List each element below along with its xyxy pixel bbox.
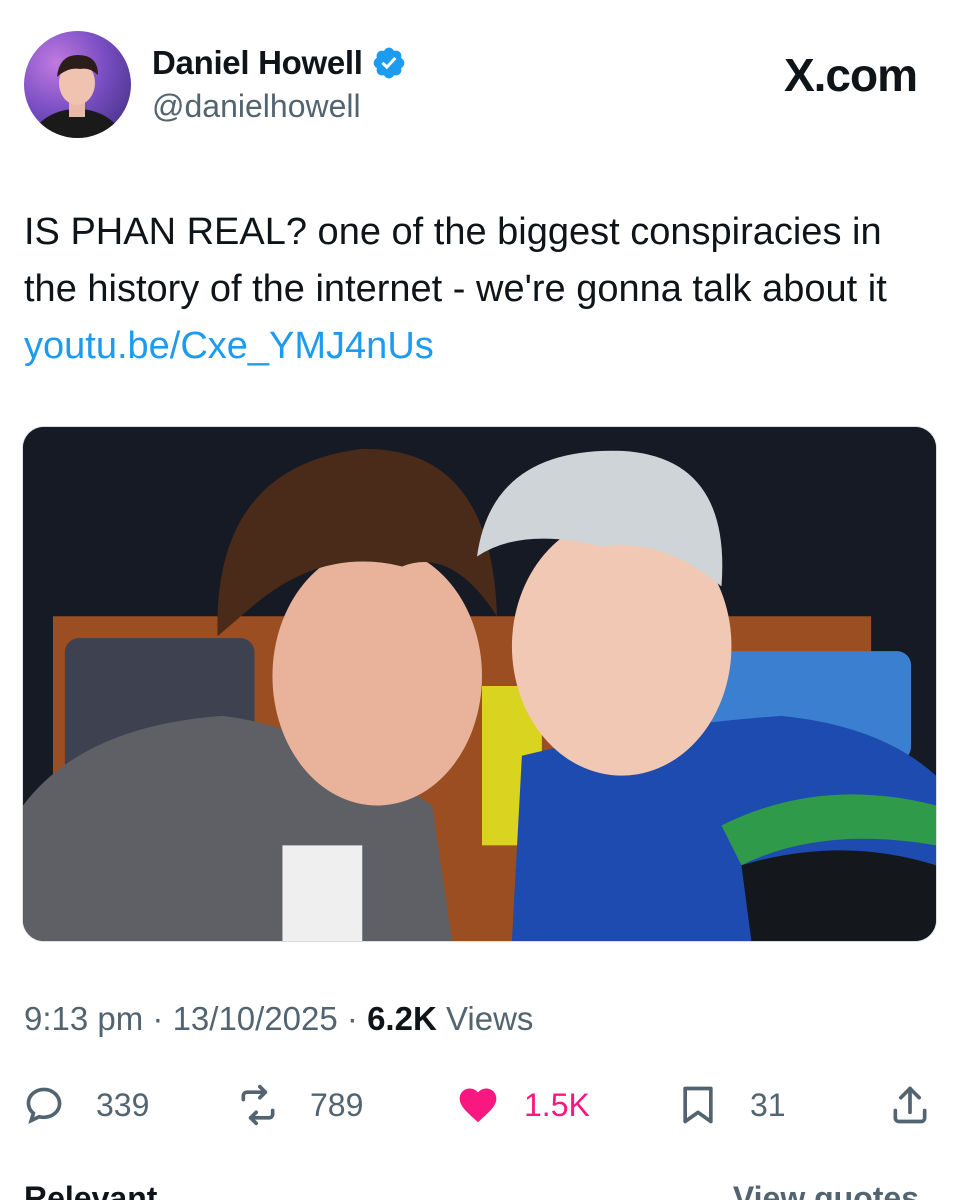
repost-icon bbox=[236, 1083, 280, 1127]
like-count: 1.5K bbox=[524, 1086, 590, 1123]
tweet-text: IS PHAN REAL? one of the biggest conspir… bbox=[24, 204, 934, 375]
like-button[interactable]: 1.5K bbox=[456, 1075, 590, 1135]
bookmark-count: 31 bbox=[750, 1086, 786, 1123]
action-bar: 339 789 1.5K 31 bbox=[0, 1075, 959, 1135]
share-icon bbox=[888, 1083, 932, 1127]
tweet-time[interactable]: 9:13 pm bbox=[24, 1000, 143, 1037]
repost-count: 789 bbox=[310, 1086, 364, 1123]
tweet-link[interactable]: youtu.be/Cxe_YMJ4nUs bbox=[24, 325, 434, 367]
tweet-body: IS PHAN REAL? one of the biggest conspir… bbox=[24, 211, 887, 310]
verified-badge-icon bbox=[371, 45, 407, 81]
reply-button[interactable]: 339 bbox=[22, 1075, 149, 1135]
bookmark-icon bbox=[676, 1083, 720, 1127]
tweet-meta: 9:13 pm · 13/10/2025 · 6.2K Views bbox=[24, 1000, 533, 1038]
views-label: Views bbox=[436, 1000, 534, 1037]
tweet-media[interactable] bbox=[22, 426, 937, 942]
views-count: 6.2K bbox=[367, 1000, 437, 1037]
reply-count: 339 bbox=[96, 1086, 150, 1123]
media-image bbox=[23, 427, 936, 941]
heart-icon bbox=[456, 1083, 500, 1127]
avatar[interactable] bbox=[24, 31, 131, 138]
name-row: Daniel Howell bbox=[152, 44, 407, 82]
meta-separator: · bbox=[143, 1000, 173, 1037]
tweet-date[interactable]: 13/10/2025 bbox=[173, 1000, 338, 1037]
display-name[interactable]: Daniel Howell bbox=[152, 44, 363, 82]
view-quotes-link[interactable]: View quotes bbox=[733, 1180, 919, 1200]
replies-sort-row: Relevant View quotes bbox=[0, 1180, 959, 1200]
brand-label: X.com bbox=[783, 49, 918, 101]
share-button[interactable] bbox=[888, 1075, 932, 1135]
avatar-image bbox=[31, 55, 123, 138]
user-handle[interactable]: @danielhowell bbox=[152, 88, 361, 125]
relevant-sort-button[interactable]: Relevant bbox=[24, 1180, 157, 1200]
repost-button[interactable]: 789 bbox=[236, 1075, 363, 1135]
bookmark-button[interactable]: 31 bbox=[676, 1075, 786, 1135]
reply-icon bbox=[22, 1083, 66, 1127]
meta-separator: · bbox=[337, 1000, 368, 1037]
tweet-header: Daniel Howell @danielhowell X.com bbox=[0, 0, 959, 160]
